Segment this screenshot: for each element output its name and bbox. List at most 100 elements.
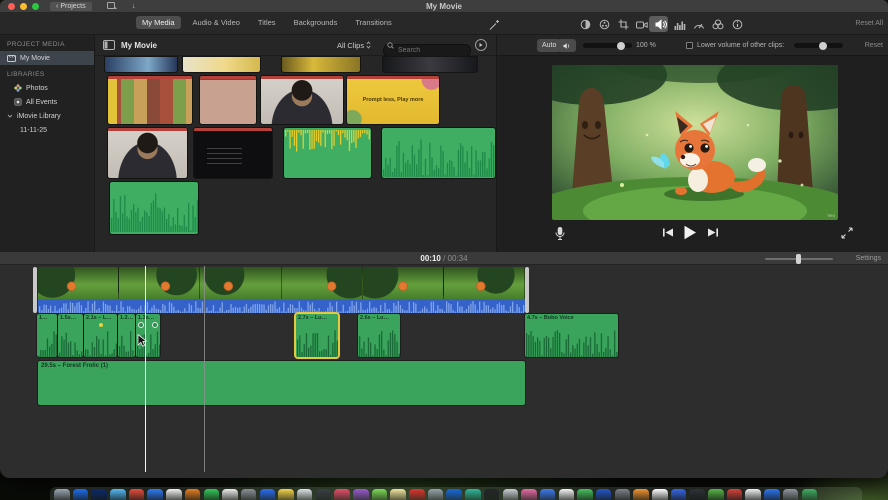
dock-app-icon[interactable] xyxy=(110,489,126,500)
mute-button[interactable] xyxy=(558,39,576,52)
previous-frame-button[interactable] xyxy=(662,227,674,238)
video-clip-audio-waveform[interactable] xyxy=(38,299,525,313)
media-thumbnail-partial[interactable] xyxy=(382,56,478,73)
dock-app-icon[interactable] xyxy=(203,489,219,500)
media-thumbnail-document[interactable] xyxy=(199,75,257,125)
volume-slider-thumb[interactable] xyxy=(617,41,626,50)
media-thumbnail-terminal[interactable] xyxy=(193,127,273,179)
dock-app-icon[interactable] xyxy=(483,489,500,500)
media-thumbnail-audio-yellow[interactable] xyxy=(283,127,372,179)
dock-app-icon[interactable] xyxy=(296,489,313,500)
speed-icon[interactable] xyxy=(692,18,706,31)
video-clip-filmstrip[interactable] xyxy=(38,267,525,299)
dock-app-icon[interactable] xyxy=(521,489,537,500)
tab-transitions[interactable]: Transitions xyxy=(349,16,397,29)
search-input[interactable] xyxy=(383,44,471,57)
effects-icon[interactable] xyxy=(711,18,725,31)
media-thumbnail-partial[interactable] xyxy=(104,56,178,73)
dock-app-icon[interactable] xyxy=(427,489,444,500)
media-thumbnail-collage[interactable] xyxy=(107,75,193,125)
dock-app-icon[interactable] xyxy=(689,489,705,500)
dock-app-icon[interactable] xyxy=(390,489,406,500)
dock-app-icon[interactable] xyxy=(577,489,593,500)
sidebar-item-event-date[interactable]: 11-11-25 xyxy=(0,123,94,137)
noise-reduction-icon[interactable] xyxy=(673,18,687,31)
dock-app-icon[interactable] xyxy=(726,489,743,500)
dock-app-icon[interactable] xyxy=(409,489,425,500)
volume-icon[interactable] xyxy=(654,18,668,31)
clip-trim-handle-left[interactable] xyxy=(33,267,37,313)
dock-app-icon[interactable] xyxy=(502,489,518,500)
dock-app-icon[interactable] xyxy=(222,489,238,500)
sidebar-item-all-events[interactable]: All Events xyxy=(0,95,94,109)
timeline-settings-button[interactable]: Settings xyxy=(856,255,881,262)
sidebar-item-photos[interactable]: Photos xyxy=(0,81,94,95)
timeline-zoom-thumb[interactable] xyxy=(796,254,801,264)
timeline[interactable]: 1… 1.5s… 2.1s – L… 1.2… 1.3s… 2.7s – Lu… 2.6s … xyxy=(0,265,888,478)
dock-app-icon[interactable] xyxy=(128,489,145,500)
volume-slider[interactable] xyxy=(583,41,632,50)
lower-volume-slider-thumb[interactable] xyxy=(819,41,828,50)
clip-filter-dropdown[interactable]: All Clips xyxy=(337,41,371,50)
enhance-wand-icon[interactable] xyxy=(487,18,501,31)
dock-app-icon[interactable] xyxy=(334,489,350,500)
fullscreen-icon[interactable] xyxy=(841,227,853,239)
dock-app-icon[interactable] xyxy=(315,489,332,500)
reset-all-button[interactable]: Reset All xyxy=(855,20,883,27)
dock-app-icon[interactable] xyxy=(259,489,276,500)
dock-app-icon[interactable] xyxy=(91,489,107,500)
browser-sidebar-toggle-icon[interactable] xyxy=(103,40,115,50)
audio-clip[interactable]: 4.7s – Bobo Voice xyxy=(524,313,619,358)
search-field[interactable] xyxy=(383,39,471,57)
audio-clip[interactable]: 2.6s – Lu… xyxy=(357,313,401,358)
dock-app-icon[interactable] xyxy=(147,489,163,500)
dock-app-icon[interactable] xyxy=(652,489,668,500)
dock-app-icon[interactable] xyxy=(801,489,817,500)
dock-app-icon[interactable] xyxy=(465,489,481,500)
dock-app-icon[interactable] xyxy=(614,489,631,500)
color-balance-icon[interactable] xyxy=(578,18,592,31)
audio-clip[interactable]: 2.7s – Lu… xyxy=(294,312,340,359)
audio-clip[interactable]: 2.1s – L… xyxy=(83,313,118,358)
dock-app-icon[interactable] xyxy=(166,489,182,500)
audio-clip[interactable]: 1.5s… xyxy=(57,313,84,358)
dock-app-icon[interactable] xyxy=(446,489,462,500)
dock-app-icon[interactable] xyxy=(764,489,780,500)
media-thumbnail-webcam[interactable] xyxy=(260,75,344,125)
dock-app-icon[interactable] xyxy=(72,489,89,500)
dock-app-icon[interactable] xyxy=(539,489,556,500)
media-thumbnail-audio-wide[interactable] xyxy=(381,127,496,179)
dock-app-icon[interactable] xyxy=(633,489,649,500)
dock-app-icon[interactable] xyxy=(782,489,799,500)
dock-app-icon[interactable] xyxy=(558,489,575,500)
dock-app-icon[interactable] xyxy=(371,489,388,500)
lower-volume-checkbox[interactable] xyxy=(686,42,693,49)
info-icon[interactable] xyxy=(730,18,744,31)
sidebar-item-my-movie[interactable]: My Movie xyxy=(0,51,94,65)
dock-app-icon[interactable] xyxy=(670,489,687,500)
tab-audio-video[interactable]: Audio & Video xyxy=(187,16,246,29)
dock-app-icon[interactable] xyxy=(184,489,201,500)
dock-app-icon[interactable] xyxy=(353,489,369,500)
stabilization-icon[interactable] xyxy=(635,18,649,31)
dock-app-icon[interactable] xyxy=(595,489,612,500)
circular-arrow-icon[interactable] xyxy=(475,39,487,51)
media-thumbnail-audio[interactable] xyxy=(109,181,199,235)
fade-handle[interactable] xyxy=(138,322,144,328)
lower-volume-slider[interactable] xyxy=(794,41,843,50)
audio-clip[interactable]: 1… xyxy=(36,313,58,358)
record-voiceover-icon[interactable] xyxy=(555,227,565,241)
media-thumbnail-partial[interactable] xyxy=(281,56,361,73)
next-frame-button[interactable] xyxy=(707,227,719,238)
dock-app-icon[interactable] xyxy=(745,489,761,500)
tab-backgrounds[interactable]: Backgrounds xyxy=(288,16,344,29)
sidebar-item-imovie-library[interactable]: iMovie Library xyxy=(0,109,94,123)
reset-volume-button[interactable]: Reset xyxy=(865,42,883,49)
clip-trim-handle-right[interactable] xyxy=(525,267,529,313)
dock-app-icon[interactable] xyxy=(708,489,724,500)
tab-titles[interactable]: Titles xyxy=(252,16,282,29)
color-correction-icon[interactable] xyxy=(597,18,611,31)
play-button[interactable] xyxy=(683,225,697,240)
audio-clip[interactable]: 1.2… xyxy=(117,313,136,358)
timeline-zoom-slider[interactable] xyxy=(765,254,833,264)
